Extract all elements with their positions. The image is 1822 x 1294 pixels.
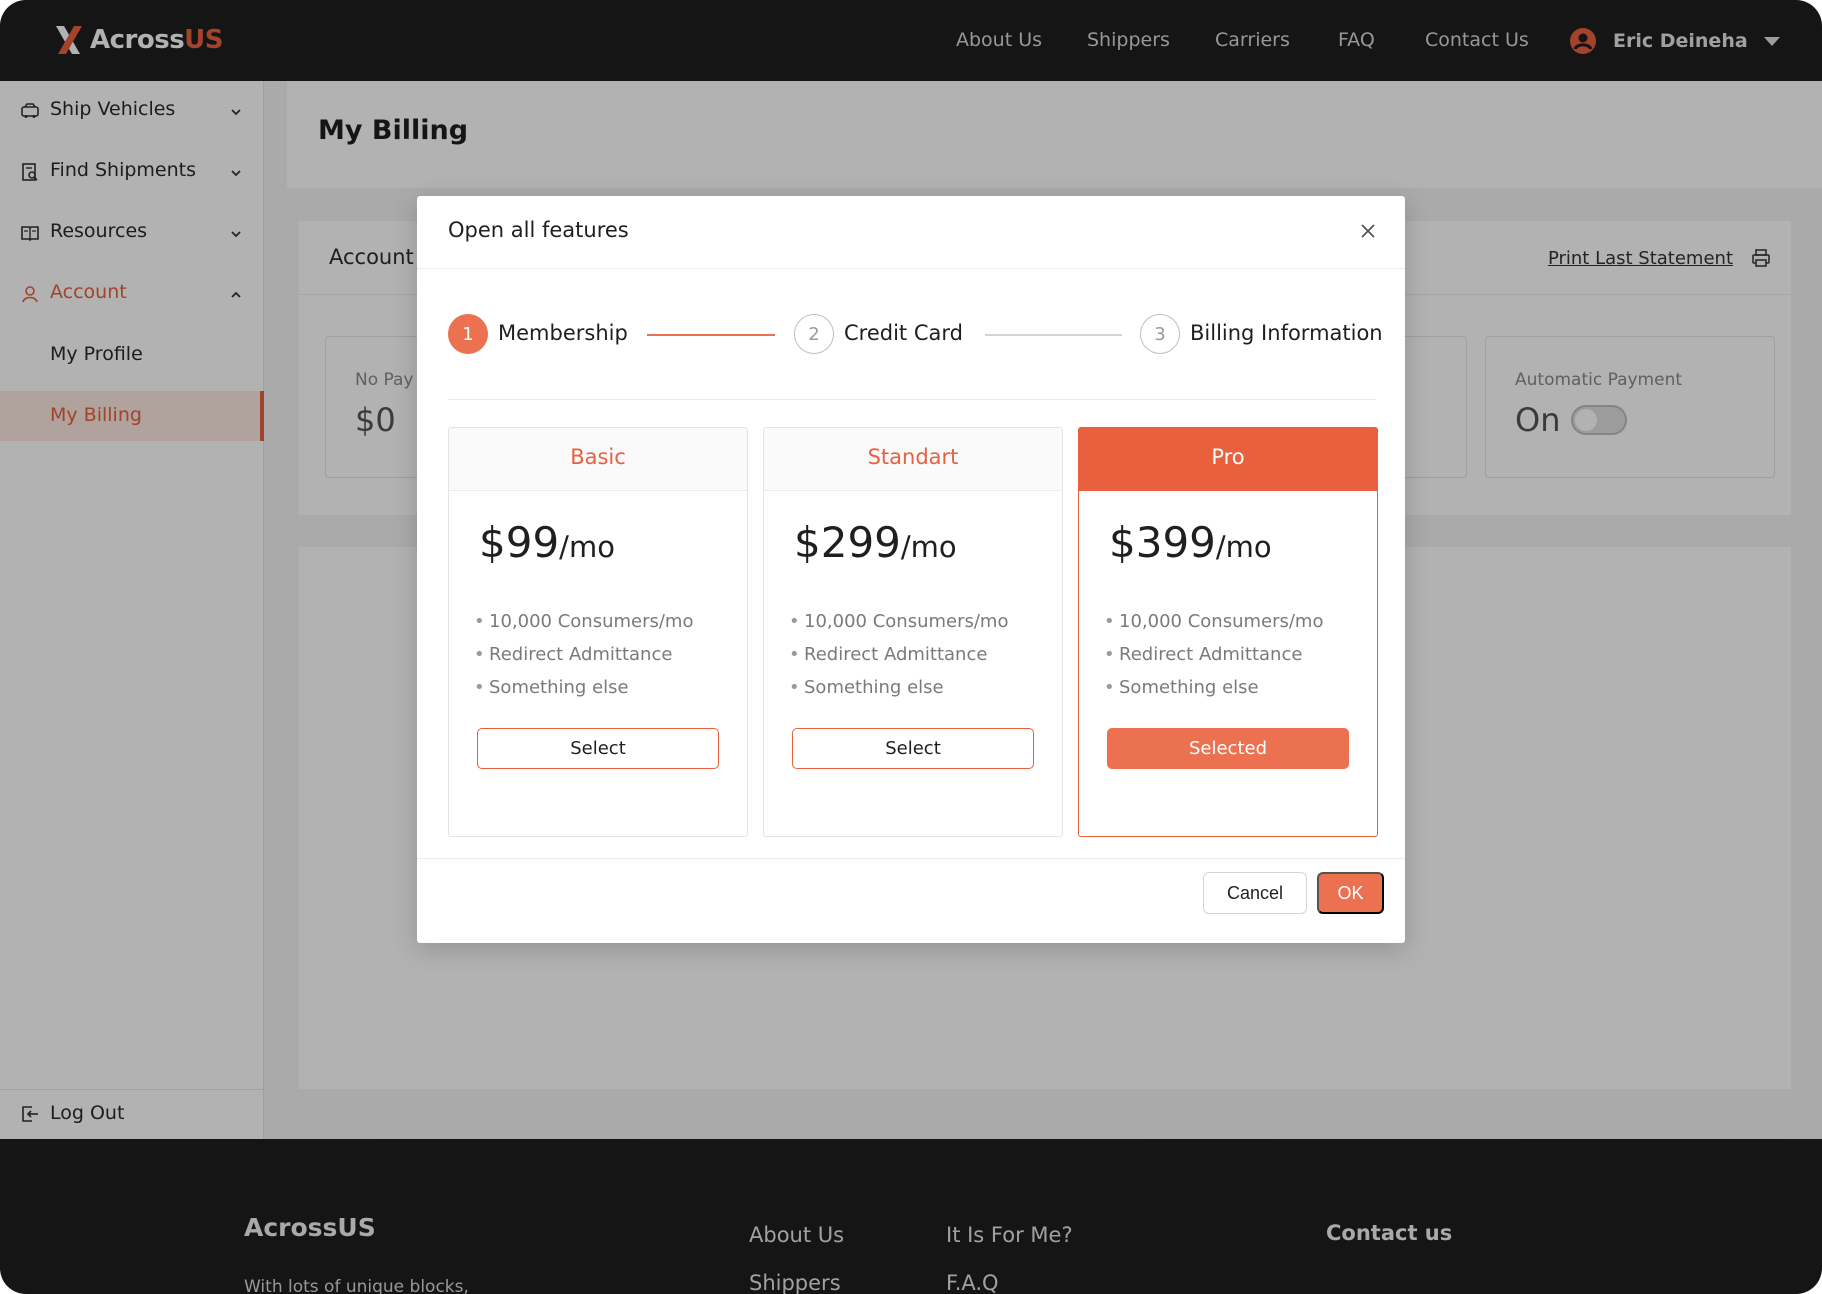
step-2-indicator[interactable]: 2: [794, 314, 834, 354]
plan-price: $299/mo: [794, 518, 957, 567]
plan-feature: Something else: [1104, 677, 1259, 698]
plan-feature: Something else: [474, 677, 629, 698]
modal-footer: Cancel OK: [417, 858, 1405, 943]
plan-card-basic[interactable]: Basic $99/mo 10,000 Consumers/mo Redirec…: [448, 427, 748, 837]
plan-price: $99/mo: [479, 518, 615, 567]
plan-header: Standart: [764, 428, 1062, 491]
selected-pro-button[interactable]: Selected: [1107, 728, 1349, 769]
plan-name: Standart: [867, 445, 959, 469]
step-connector-1: [647, 334, 775, 336]
plan-feature: Something else: [789, 677, 944, 698]
divider: [448, 399, 1376, 400]
plan-feature: Redirect Admittance: [789, 644, 987, 665]
plan-feature: 10,000 Consumers/mo: [474, 611, 694, 632]
select-basic-button[interactable]: Select: [477, 728, 719, 769]
step-3-indicator[interactable]: 3: [1140, 314, 1180, 354]
plan-name: Basic: [570, 445, 626, 469]
step-2-label: Credit Card: [844, 321, 963, 345]
plan-feature: 10,000 Consumers/mo: [789, 611, 1009, 632]
ok-button[interactable]: OK: [1317, 872, 1384, 914]
step-1-label: Membership: [498, 321, 628, 345]
cancel-button[interactable]: Cancel: [1203, 872, 1307, 914]
plan-feature: 10,000 Consumers/mo: [1104, 611, 1324, 632]
plan-feature: Redirect Admittance: [1104, 644, 1302, 665]
step-connector-2: [985, 334, 1122, 336]
plan-header: Pro: [1079, 428, 1377, 491]
modal-header: Open all features: [417, 196, 1405, 269]
plan-card-standart[interactable]: Standart $299/mo 10,000 Consumers/mo Red…: [763, 427, 1063, 837]
step-1-indicator[interactable]: 1: [448, 314, 488, 354]
plan-header: Basic: [449, 428, 747, 491]
plan-feature: Redirect Admittance: [474, 644, 672, 665]
app-frame: AcrossUS About Us Shippers Carriers FAQ …: [0, 0, 1822, 1294]
modal-title: Open all features: [448, 218, 629, 242]
plan-card-pro[interactable]: Pro $399/mo 10,000 Consumers/mo Redirect…: [1078, 427, 1378, 837]
step-3-label: Billing Information: [1190, 321, 1383, 345]
plan-price: $399/mo: [1109, 518, 1272, 567]
stepper: 1 Membership 2 Credit Card 3 Billing Inf…: [448, 314, 1383, 354]
open-features-modal: Open all features 1 Membership 2 Credit …: [417, 196, 1405, 943]
close-icon[interactable]: [1355, 218, 1381, 244]
select-standart-button[interactable]: Select: [792, 728, 1034, 769]
plan-name: Pro: [1211, 445, 1245, 469]
